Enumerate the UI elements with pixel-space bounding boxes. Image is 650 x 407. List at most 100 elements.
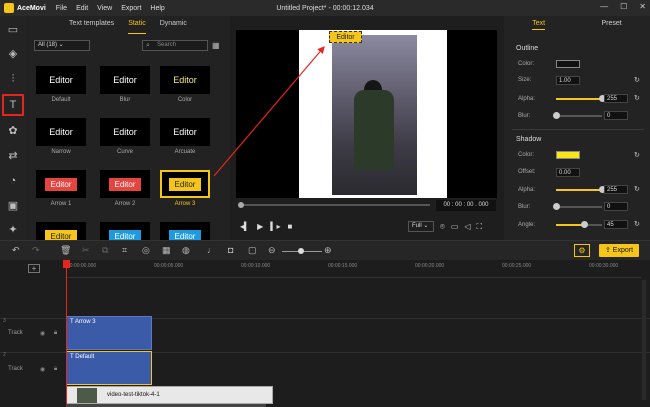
copy-icon[interactable]: ⧉ [102, 245, 108, 256]
outline-blur-knob[interactable] [553, 112, 560, 119]
shadow-blur-field[interactable]: 0 [604, 202, 628, 211]
text-template-tile[interactable]: Editor [160, 66, 210, 94]
menu-view[interactable]: View [97, 5, 112, 12]
shadow-alpha-field[interactable]: 255 [604, 185, 628, 194]
shadow-color-swatch[interactable] [556, 151, 580, 159]
split-icon[interactable]: ✂ [82, 245, 90, 256]
grid-view-icon[interactable]: ▦ [212, 41, 220, 50]
effects-icon[interactable]: ✿ [5, 123, 21, 139]
transition-icon[interactable]: ⇄ [5, 148, 21, 164]
track-lock-icon[interactable]: 🔒︎ [54, 366, 57, 373]
menu-help[interactable]: Help [150, 5, 164, 12]
track-lock-icon[interactable]: 🔒︎ [54, 330, 57, 337]
shadow-blur-slider[interactable] [553, 203, 602, 210]
close-button[interactable]: ✕ [639, 2, 646, 11]
menu-export[interactable]: Export [121, 5, 141, 12]
zoom-slider-knob[interactable] [298, 248, 304, 254]
freeze-icon[interactable]: ◍ [182, 245, 190, 256]
shadow-angle-field[interactable]: 45 [604, 220, 628, 229]
preview-progress-bar[interactable] [238, 202, 430, 208]
track-visibility-eye-icon[interactable]: ◉ [40, 330, 45, 337]
menu-edit[interactable]: Edit [76, 5, 88, 12]
sparkle-icon[interactable]: ✦ [5, 222, 21, 238]
fullscreen-icon[interactable]: ⛶ [477, 222, 483, 232]
snapshot-icon[interactable]: ▢ [248, 245, 257, 256]
sticker-icon[interactable]: ◔ [5, 173, 21, 189]
redo-icon[interactable]: ↷ [32, 245, 40, 256]
shadow-offset-field[interactable]: 0.00 [556, 168, 580, 177]
outline-blur-field[interactable]: 0 [604, 111, 628, 120]
timeline-vertical-scrollbar[interactable] [642, 280, 646, 400]
stop-icon[interactable]: ■ [288, 222, 293, 231]
shadow-color-reset-icon[interactable]: ↻ [634, 151, 640, 159]
audio-mixer-button[interactable]: ⚙ [574, 244, 590, 257]
outline-size-reset-icon[interactable]: ↻ [634, 76, 640, 84]
camera-icon[interactable]: ⌾ [440, 222, 445, 232]
export-button[interactable]: ⇪ Export [599, 244, 639, 257]
tab-text[interactable]: Text [532, 20, 546, 30]
text-template-tile[interactable]: Editor [100, 118, 150, 146]
text-icon[interactable]: T [2, 94, 24, 116]
speed-icon[interactable]: ◎ [142, 245, 150, 256]
volume-icon[interactable]: ◁ [464, 222, 470, 232]
maximize-button[interactable]: ☐ [620, 2, 627, 11]
marker-icon[interactable]: ◘ [228, 245, 233, 255]
video-clip[interactable]: video-test-tiktok-4-1 [66, 386, 273, 404]
microphone-icon[interactable]: ♩ [207, 245, 216, 255]
time-ruler[interactable]: 00:00:00.000 00:00:05.000 00:00:10.000 00:0… [65, 260, 641, 278]
tile-preview-text: Editor [113, 75, 137, 85]
arrow-3-clip[interactable]: T Arrow 3 [66, 316, 152, 350]
mosaic-icon[interactable]: ▦ [162, 245, 171, 256]
text-template-tile[interactable]: Editor [100, 170, 150, 198]
layers-icon[interactable]: ◈ [5, 46, 21, 62]
zoom-out-icon[interactable]: ⊖ [268, 245, 276, 256]
caption-text-box[interactable]: Editor [329, 31, 362, 43]
preview-canvas[interactable]: Editor [236, 30, 497, 198]
audio-icon[interactable]: ⫶ [5, 71, 21, 87]
tab-text-templates[interactable]: Text templates [69, 20, 114, 34]
crop-tool-icon[interactable]: ⌗ [122, 245, 127, 256]
shadow-angle-reset-icon[interactable]: ↻ [634, 220, 640, 228]
filter-dropdown[interactable]: All (18) ⌄ [34, 40, 90, 51]
track-visibility-eye-icon[interactable]: ◉ [40, 366, 45, 373]
text-template-tile[interactable]: Editor [160, 170, 210, 198]
zoom-slider[interactable] [282, 248, 322, 254]
outline-alpha-slider[interactable] [556, 95, 606, 102]
screen-icon[interactable]: ▭ [451, 222, 459, 232]
menu-file[interactable]: File [56, 5, 67, 12]
quality-select[interactable]: Full ⌄ [408, 221, 434, 232]
tab-dynamic[interactable]: Dynamic [160, 20, 187, 34]
outline-size-field[interactable]: 1.00 [556, 76, 580, 85]
delete-icon[interactable]: 🗑 [60, 245, 71, 256]
shadow-alpha-reset-icon[interactable]: ↻ [634, 185, 640, 193]
outline-color-swatch[interactable] [556, 60, 580, 68]
undo-icon[interactable]: ↶ [12, 245, 20, 256]
play-icon[interactable]: ▶ [257, 222, 263, 231]
outline-alpha-reset-icon[interactable]: ↻ [634, 94, 640, 102]
tab-preset[interactable]: Preset [602, 20, 622, 30]
tab-static[interactable]: Static [128, 20, 146, 34]
shadow-alpha-slider[interactable] [556, 186, 606, 193]
shadow-blur-knob[interactable] [553, 203, 560, 210]
shadow-angle-slider[interactable] [556, 221, 602, 228]
outline-alpha-field[interactable]: 255 [604, 94, 628, 103]
playhead-handle[interactable] [63, 260, 70, 268]
step-back-icon[interactable]: ◂▍ [240, 222, 250, 231]
text-template-tile[interactable]: Editor [36, 170, 86, 198]
minimize-button[interactable]: — [600, 2, 608, 11]
zoom-in-icon[interactable]: ⊕ [324, 245, 332, 256]
playhead[interactable] [63, 260, 70, 407]
text-template-tile[interactable]: Editor [36, 66, 86, 94]
folder-icon[interactable]: ▭ [5, 22, 21, 38]
text-template-tile[interactable]: Editor [100, 66, 150, 94]
text-template-tile[interactable]: Editor [36, 118, 86, 146]
text-template-tile[interactable]: Editor [160, 118, 210, 146]
default-clip[interactable]: T Default [66, 351, 152, 385]
add-track-button[interactable]: + [28, 264, 40, 273]
crop-icon[interactable]: ▣ [5, 198, 21, 214]
outline-blur-slider[interactable] [553, 112, 602, 119]
preview-progress-knob[interactable] [238, 202, 244, 208]
step-forward-icon[interactable]: ▍▸ [270, 222, 280, 231]
shadow-angle-knob[interactable] [580, 221, 588, 228]
search-input[interactable]: ⌕ Search [142, 40, 208, 51]
